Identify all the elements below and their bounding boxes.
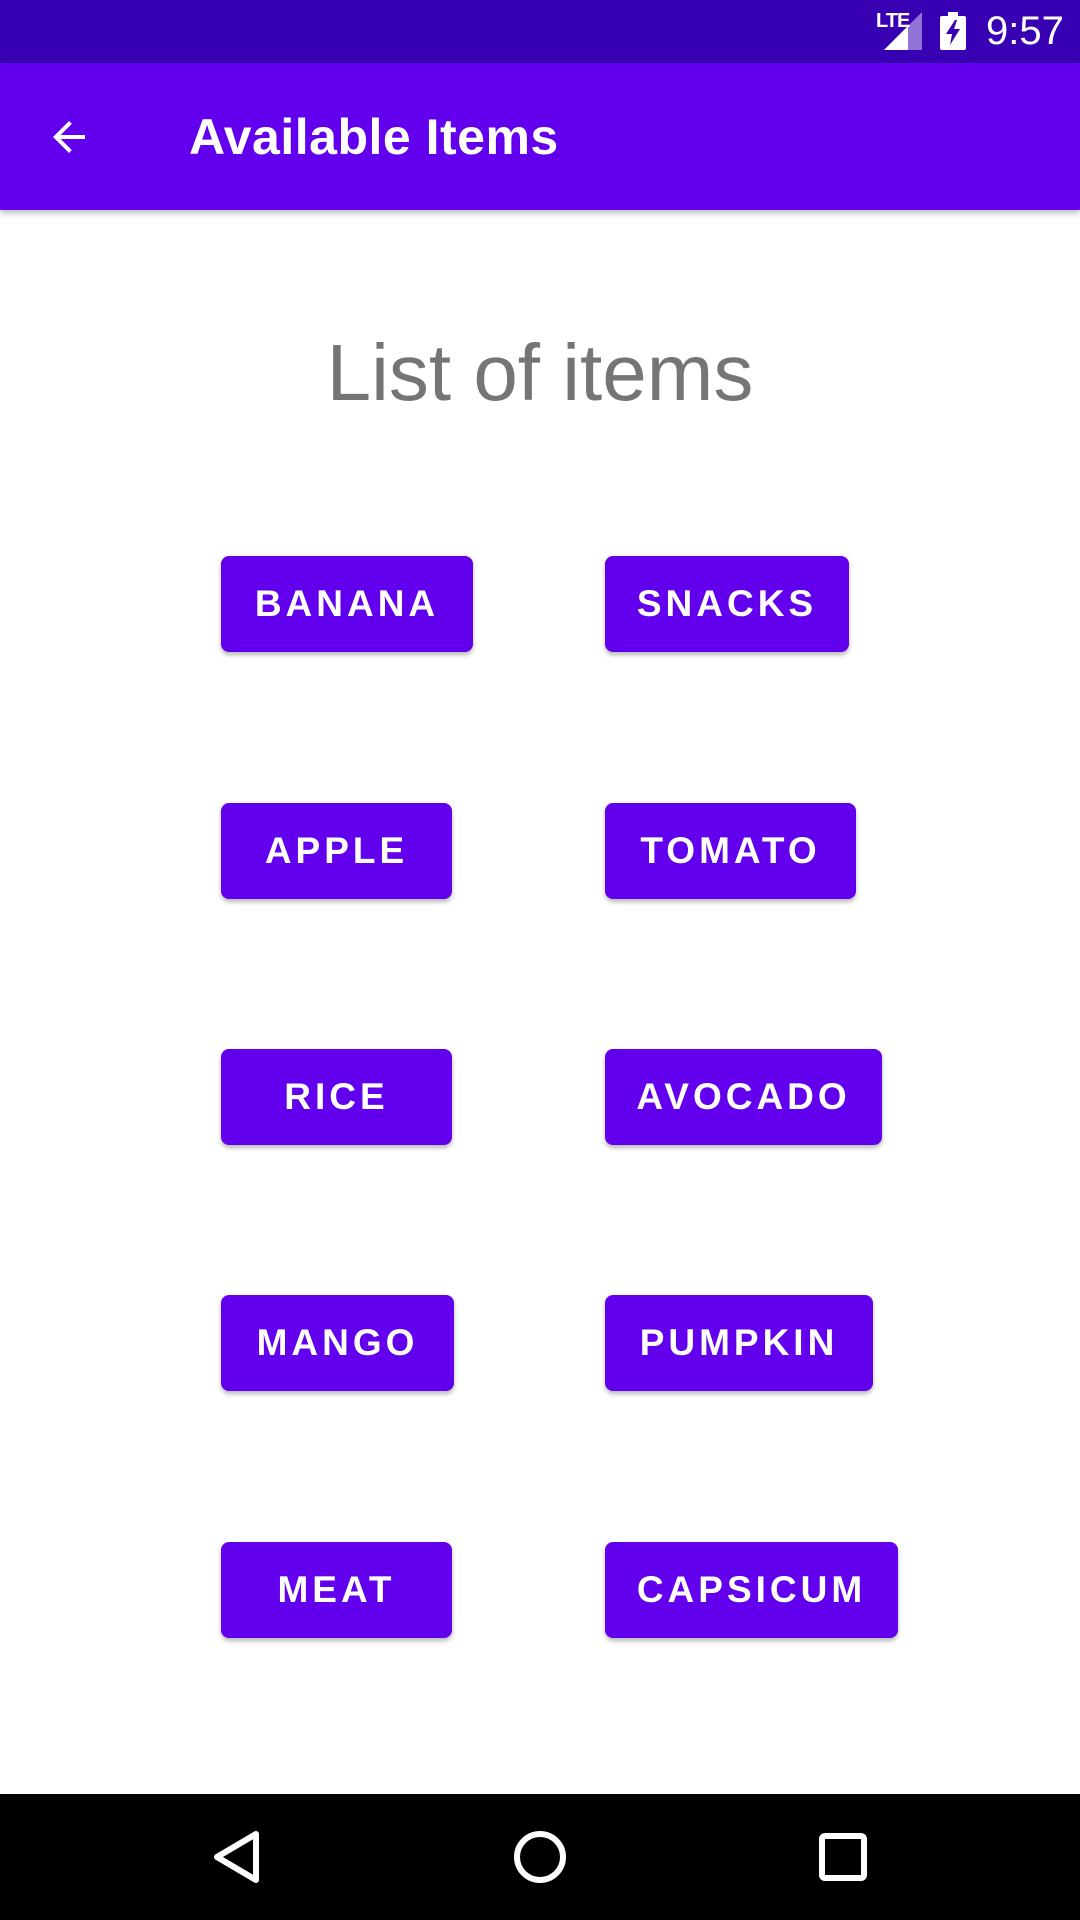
item-button-banana[interactable]: BANANA xyxy=(221,556,473,652)
item-button-snacks[interactable]: SNACKS xyxy=(605,556,849,652)
nav-recents-button[interactable] xyxy=(803,1817,883,1897)
item-button-tomato[interactable]: TOMATO xyxy=(605,803,856,899)
item-button-pumpkin[interactable]: PUMPKIN xyxy=(605,1295,873,1391)
nav-back-button[interactable] xyxy=(196,1817,276,1897)
page-title: Available Items xyxy=(189,109,559,165)
main-content: List of items BANANA SNACKS APPLE TOMATO… xyxy=(0,210,1080,1794)
battery-charging-icon xyxy=(940,12,966,50)
status-clock: 9:57 xyxy=(986,9,1064,53)
back-triangle-icon xyxy=(214,1831,259,1883)
recents-square-icon xyxy=(819,1833,867,1881)
item-button-mango[interactable]: MANGO xyxy=(221,1295,454,1391)
app-bar: Available Items xyxy=(0,63,1080,210)
nav-home-button[interactable] xyxy=(500,1817,580,1897)
item-button-apple[interactable]: APPLE xyxy=(221,803,452,899)
navigation-bar xyxy=(0,1794,1080,1920)
home-circle-icon xyxy=(514,1831,566,1883)
item-button-meat[interactable]: MEAT xyxy=(221,1542,452,1638)
item-button-avocado[interactable]: AVOCADO xyxy=(605,1049,882,1145)
status-bar: LTE 9:57 xyxy=(0,0,1080,63)
back-button[interactable] xyxy=(34,102,104,172)
item-button-capsicum[interactable]: CAPSICUM xyxy=(605,1542,898,1638)
item-button-rice[interactable]: RICE xyxy=(221,1049,452,1145)
arrow-back-icon xyxy=(53,121,85,153)
lte-signal-icon xyxy=(884,12,922,50)
list-heading: List of items xyxy=(326,328,754,417)
